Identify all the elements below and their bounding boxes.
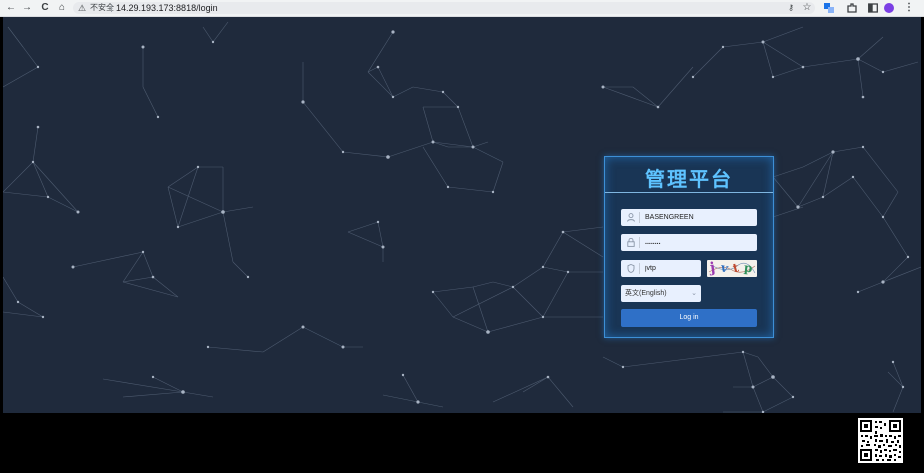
shield-icon [625, 260, 637, 279]
login-button[interactable]: Log in [621, 309, 757, 327]
forward-icon[interactable]: → [20, 0, 34, 16]
username-input[interactable] [645, 209, 753, 226]
home-icon[interactable]: ⌂ [55, 0, 69, 16]
address-bar[interactable]: ⚠ 不安全 14.29.193.173:8818/login [73, 2, 815, 14]
language-selected: 英文(English) [625, 290, 667, 297]
translate-icon[interactable] [822, 0, 836, 16]
sidepanel-icon[interactable] [866, 0, 880, 16]
extensions-icon[interactable] [845, 0, 859, 16]
browser-toolbar: ← → C ⌂ ⚠ 不安全 14.29.193.173:8818/login ⚷… [0, 0, 924, 17]
captcha-input[interactable] [645, 260, 697, 277]
user-icon [625, 209, 637, 228]
network-background [3, 21, 921, 413]
field-separator [639, 237, 640, 248]
key-icon[interactable]: ⚷ [784, 0, 798, 16]
chevron-down-icon: ⌄ [691, 290, 697, 297]
lock-icon [625, 234, 637, 253]
url-text[interactable]: 14.29.193.173:8818/login [116, 2, 218, 14]
reload-icon[interactable]: C [38, 0, 52, 16]
login-page: 管理平台 j [3, 17, 921, 413]
page-title: 管理平台 [645, 169, 733, 191]
password-input[interactable] [645, 234, 753, 251]
title-divider [605, 192, 773, 193]
field-separator [639, 263, 640, 274]
password-field[interactable] [621, 234, 757, 251]
profile-icon[interactable] [884, 3, 894, 13]
login-panel: 管理平台 j [604, 156, 774, 338]
star-icon[interactable]: ☆ [800, 0, 814, 16]
menu-icon[interactable]: ⋮ [902, 0, 916, 16]
captcha-field[interactable] [621, 260, 701, 277]
username-field[interactable] [621, 209, 757, 226]
language-select[interactable]: 英文(English) ⌄ [621, 285, 701, 302]
footer-bar [0, 413, 924, 473]
warning-icon[interactable]: ⚠ [78, 2, 86, 14]
address-divider [111, 4, 112, 12]
qr-code-icon [858, 418, 903, 463]
captcha-image[interactable]: j v t p [707, 260, 757, 277]
field-separator [639, 212, 640, 223]
back-icon[interactable]: ← [4, 0, 18, 16]
